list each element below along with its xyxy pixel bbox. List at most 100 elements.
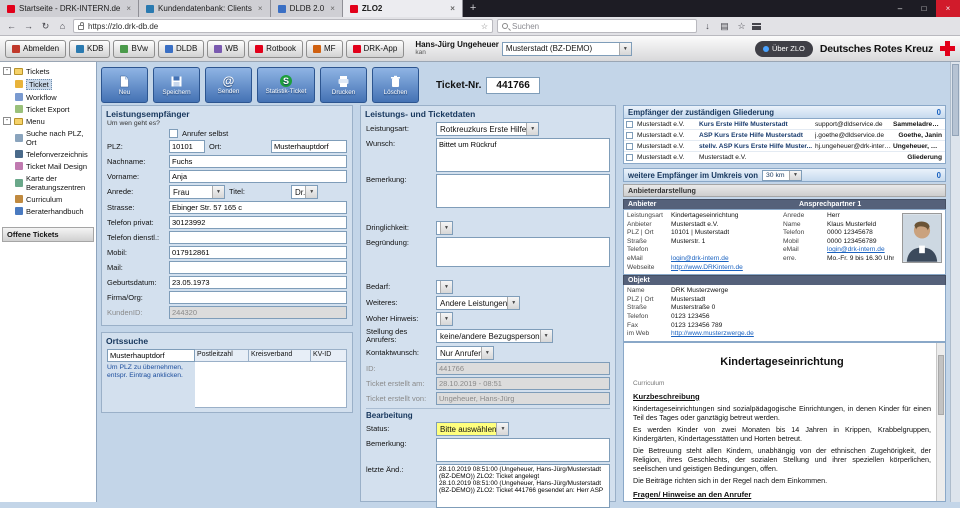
new-ticket-button[interactable]: Neu <box>101 67 148 103</box>
organisation-select[interactable]: Musterstadt (BZ-DEMO) ▼ <box>502 42 632 56</box>
app-button-dldb[interactable]: DLDB <box>158 40 204 58</box>
weiteres-select[interactable]: Andere Leistungen ▼ <box>436 296 520 310</box>
minimize-button[interactable]: – <box>888 0 912 17</box>
sidebar-item-workflow[interactable]: Workflow <box>2 91 94 103</box>
collapse-icon[interactable]: - <box>3 117 11 125</box>
woher-hinweis-select[interactable]: ▼ <box>436 312 453 326</box>
leistungsart-select[interactable]: Rotkreuzkurs Erste Hilfe ▼ <box>436 122 539 136</box>
dringlichkeit-select[interactable]: ▼ <box>436 221 453 235</box>
row-checkbox[interactable] <box>626 132 633 139</box>
vorname-input[interactable] <box>169 170 347 183</box>
tab-close-icon[interactable]: × <box>450 4 455 13</box>
ort-input[interactable] <box>271 140 347 153</box>
column-header-postleitzahl[interactable]: Postleitzahl <box>195 349 249 362</box>
ortssuche-input[interactable] <box>107 349 195 362</box>
column-header-kreisverband[interactable]: Kreisverband <box>249 349 311 362</box>
tree-node-tickets[interactable]: - Tickets <box>2 65 94 77</box>
anrede-select[interactable]: Frau ▼ <box>169 185 225 199</box>
delete-button[interactable]: Löschen <box>372 67 419 103</box>
logout-button[interactable]: Abmelden <box>5 40 66 58</box>
website-link[interactable]: http://www.musterzwerge.de <box>671 330 754 339</box>
app-button-bvw[interactable]: BVw <box>113 40 154 58</box>
document-scrollbar[interactable] <box>936 343 945 501</box>
row-checkbox[interactable] <box>626 154 633 161</box>
back-icon[interactable]: ← <box>5 21 18 31</box>
sidebar-item-curriculum[interactable]: Curriculum <box>2 193 94 205</box>
print-button[interactable]: Drucken <box>320 67 367 103</box>
tree-node-menu[interactable]: - Menu <box>2 115 94 127</box>
table-row[interactable]: Musterstadt e.V. Musterstadt e.V. Gliede… <box>624 152 945 163</box>
sidebar-item-ticket-export[interactable]: Ticket Export <box>2 103 94 115</box>
wunsch-textarea[interactable]: Bittet um Rückruf <box>436 138 610 172</box>
column-header-kvid[interactable]: KV-ID <box>311 349 347 362</box>
menu-icon[interactable] <box>752 23 761 30</box>
window-scrollbar[interactable] <box>950 62 960 502</box>
tab-close-icon[interactable]: × <box>126 4 131 13</box>
bearbeitung-bemerkung-textarea[interactable] <box>436 438 610 462</box>
tab-dldb[interactable]: DLDB 2.0 × <box>271 0 343 17</box>
begruendung-textarea[interactable] <box>436 237 610 267</box>
sidebar-item-ticket[interactable]: Ticket <box>2 77 94 91</box>
tab-kundendatenbank[interactable]: Kundendatenbank: Clients × <box>139 0 271 17</box>
tab-zlo2-active[interactable]: ZLO2 × <box>343 0 463 17</box>
row-checkbox[interactable] <box>626 121 633 128</box>
row-checkbox[interactable] <box>626 143 633 150</box>
app-button-wb[interactable]: WB <box>207 40 245 58</box>
statistik-ticket-button[interactable]: S Statistik-Ticket <box>257 67 315 103</box>
tab-close-icon[interactable]: × <box>258 4 263 13</box>
forward-icon[interactable]: → <box>22 21 35 31</box>
letzte-aenderung-log[interactable]: 28.10.2019 08:51:00 (Ungeheuer, Hans-Jür… <box>436 464 610 508</box>
geburtsdatum-input[interactable] <box>169 276 347 289</box>
close-button[interactable]: × <box>936 0 960 17</box>
sidebar-item-ticket-mail-design[interactable]: Ticket Mail Design <box>2 160 94 172</box>
open-tickets-header[interactable]: Offene Tickets <box>2 227 94 242</box>
app-button-rotbook[interactable]: Rotbook <box>248 40 303 58</box>
app-button-drk-app[interactable]: DRK-App <box>346 40 405 58</box>
new-tab-button[interactable]: + <box>463 0 483 17</box>
sidebar-item-beraterhandbuch[interactable]: Beraterhandbuch <box>2 205 94 217</box>
email-link[interactable]: login@drk-intern.de <box>671 255 729 264</box>
telefon-dienstl-input[interactable] <box>169 231 347 244</box>
scrollbar-thumb[interactable] <box>952 64 959 136</box>
reload-icon[interactable]: ↻ <box>39 21 52 32</box>
bookmark-star-icon[interactable]: ☆ <box>481 22 488 31</box>
status-select[interactable]: Bitte auswählen ▼ <box>436 422 509 436</box>
table-row[interactable]: Musterstadt e.V. ASP Kurs Erste Hilfe Mu… <box>624 130 945 141</box>
scrollbar-thumb[interactable] <box>938 355 944 415</box>
nachname-input[interactable] <box>169 155 347 168</box>
website-link[interactable]: http://www.DRKintern.de <box>671 264 743 273</box>
search-input[interactable]: Suchen <box>497 19 697 33</box>
mobil-input[interactable] <box>169 246 347 259</box>
save-button[interactable]: Speichern <box>153 67 200 103</box>
mail-input[interactable] <box>169 261 347 274</box>
about-zlo-button[interactable]: Über ZLO <box>755 41 813 57</box>
sidebar-item-karte[interactable]: Karte der Beratungszentren <box>2 172 94 193</box>
tab-close-icon[interactable]: × <box>330 4 335 13</box>
kontaktwunsch-select[interactable]: Nur Anrufer ▼ <box>436 346 494 360</box>
strasse-input[interactable] <box>169 201 347 214</box>
downloads-icon[interactable]: ↓ <box>701 21 714 31</box>
url-input[interactable]: https://zlo.drk-db.de ☆ <box>73 19 493 33</box>
caller-self-checkbox[interactable] <box>169 129 178 138</box>
plz-input[interactable] <box>169 140 205 153</box>
bookmarks-icon[interactable]: ☆ <box>735 21 748 32</box>
sidebar-item-plz-suche[interactable]: Suche nach PLZ, Ort <box>2 127 94 148</box>
anbieterdarstellung-header[interactable]: Anbieterdarstellung <box>623 184 946 197</box>
titel-select[interactable]: Dr. ▼ <box>291 185 318 199</box>
sidebar-item-telefonverzeichnis[interactable]: Telefonverzeichnis <box>2 148 94 160</box>
firma-input[interactable] <box>169 291 347 304</box>
library-icon[interactable]: ▤ <box>718 21 731 32</box>
telefon-privat-input[interactable] <box>169 216 347 229</box>
table-row[interactable]: Musterstadt e.V. Kurs Erste Hilfe Muster… <box>624 119 945 130</box>
tab-startseite[interactable]: Startseite - DRK-INTERN.de × <box>0 0 139 17</box>
app-button-mf[interactable]: MF <box>306 40 343 58</box>
send-button[interactable]: @ Senden <box>205 67 252 103</box>
maximize-button[interactable]: □ <box>912 0 936 17</box>
bemerkung-textarea[interactable] <box>436 174 610 208</box>
radius-select[interactable]: 30 km ▼ <box>762 170 802 181</box>
bedarf-select[interactable]: ▼ <box>436 280 453 294</box>
collapse-icon[interactable]: - <box>3 67 11 75</box>
email-link[interactable]: login@drk-intern.de <box>827 246 885 255</box>
ortssuche-results[interactable] <box>195 362 347 408</box>
table-row[interactable]: Musterstadt e.V. stellv. ASP Kurs Erste … <box>624 141 945 152</box>
